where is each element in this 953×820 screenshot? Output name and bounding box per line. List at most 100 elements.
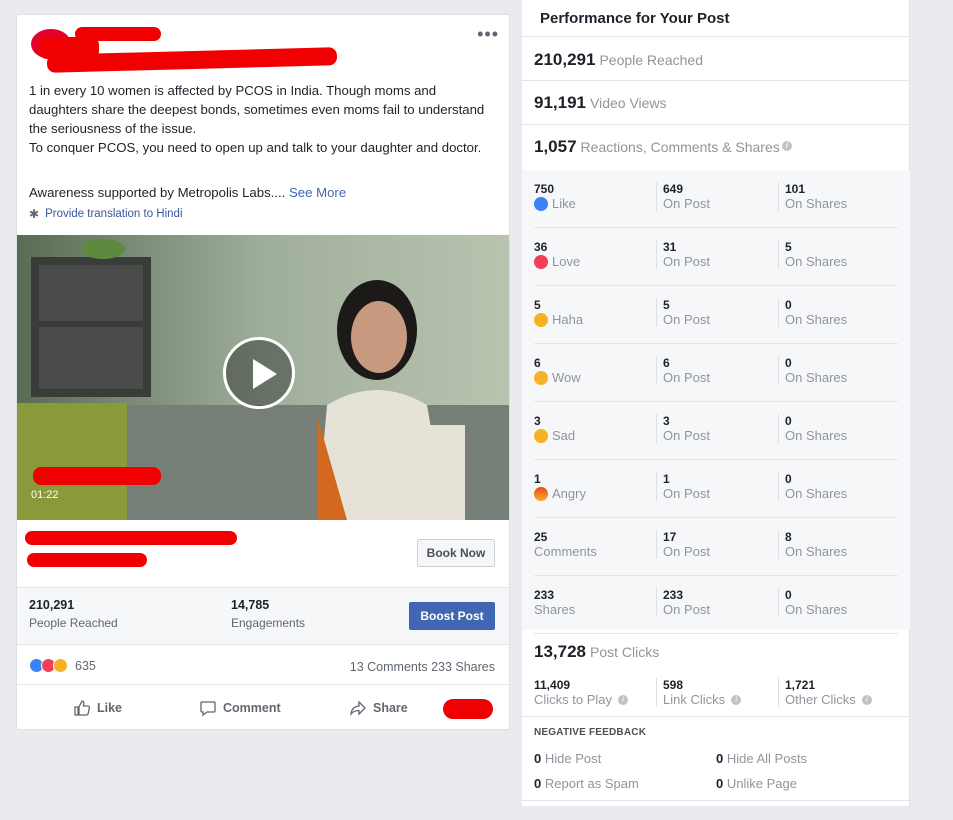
on-post-cell: 31 On Post	[656, 240, 710, 269]
report-spam-stat: 0 Report as Spam	[534, 776, 639, 791]
on-shares-cell: 101 On Shares	[778, 182, 847, 211]
reaction-row: 25 Comments 17 On Post 8 On Shares	[522, 518, 910, 576]
row-label: Angry	[552, 486, 586, 501]
info-icon[interactable]: i	[781, 141, 792, 151]
reaction-row: 233 Shares 233 On Post 0 On Shares	[522, 576, 910, 634]
on-shares-value: 0	[785, 298, 792, 312]
on-shares-cell: 0 On Shares	[778, 472, 847, 501]
comments-count-link[interactable]: 13 Comments	[350, 660, 428, 674]
like-icon	[534, 196, 548, 211]
like-action-button[interactable]: Like	[73, 699, 122, 717]
on-post-label: On Post	[663, 254, 710, 269]
on-shares-value: 0	[785, 472, 792, 486]
row-total-cell: 36 Love	[534, 240, 580, 269]
spam-label: Report as Spam	[544, 776, 639, 791]
hide-all-value: 0	[716, 751, 724, 766]
reactions-summary: 635 13 Comments 233 Shares	[17, 651, 509, 685]
row-total-cell: 5 Haha	[534, 298, 583, 327]
on-shares-cell: 0 On Shares	[778, 356, 847, 385]
reaction-row: 6 Wow 6 On Post 0 On Shares	[522, 344, 910, 402]
more-options-icon[interactable]: •••	[477, 25, 499, 43]
video-duration: 01:22	[31, 489, 59, 501]
wow-reaction-icon	[53, 658, 68, 673]
on-post-cell: 5 On Post	[656, 298, 710, 327]
views-value: 91,191	[534, 93, 586, 112]
hide-post-label: Hide Post	[544, 751, 602, 766]
sad-icon	[534, 428, 548, 443]
on-shares-value: 5	[785, 240, 792, 254]
on-post-cell: 233 On Post	[656, 588, 710, 617]
hide-all-posts-stat: 0 Hide All Posts	[716, 751, 807, 766]
info-icon[interactable]: i	[618, 694, 629, 705]
row-label: Love	[552, 254, 581, 269]
post-header: •••	[17, 15, 509, 73]
unlike-page-stat: 0 Unlike Page	[716, 776, 797, 791]
on-shares-label: On Shares	[785, 196, 848, 211]
row-total-value: 3	[534, 414, 541, 428]
boost-post-button[interactable]: Boost Post	[409, 602, 495, 630]
row-total-cell: 6 Wow	[534, 356, 581, 385]
shares-count-link[interactable]: 233 Shares	[431, 660, 495, 674]
divider	[522, 716, 910, 717]
on-shares-label: On Shares	[785, 428, 848, 443]
on-shares-label: On Shares	[785, 602, 848, 617]
reached-label: People Reached	[599, 52, 703, 68]
comment-action-label: Comment	[223, 701, 281, 715]
sponsor-line: Awareness supported by Metropolis Labs..…	[29, 185, 346, 200]
divider	[522, 36, 910, 37]
comment-action-button[interactable]: Comment	[199, 699, 281, 717]
people-reached-label: People Reached	[29, 616, 118, 630]
see-more-link[interactable]: See More	[289, 185, 346, 200]
on-shares-value: 101	[785, 182, 806, 196]
reaction-row: 3 Sad 3 On Post 0 On Shares	[522, 402, 910, 460]
on-shares-value: 0	[785, 356, 792, 370]
reaction-row: 1 Angry 1 On Post 0 On Shares	[522, 460, 910, 518]
row-total-cell: 3 Sad	[534, 414, 575, 443]
row-total-value: 233	[534, 588, 555, 602]
row-total-value: 750	[534, 182, 555, 196]
video-views-metric: 91,191 Video Views	[534, 93, 667, 113]
on-post-value: 5	[663, 298, 670, 312]
translate-link[interactable]: ✱ Provide translation to Hindi	[29, 207, 183, 221]
reaction-row: 5 Haha 5 On Post 0 On Shares	[522, 286, 910, 344]
row-total-cell: 1 Angry	[534, 472, 586, 501]
on-post-value: 6	[663, 356, 670, 370]
info-icon[interactable]: i	[861, 694, 872, 705]
video-player[interactable]: 01:22	[17, 235, 509, 520]
post-insights-bar: 210,291 People Reached 14,785 Engagement…	[17, 587, 509, 645]
love-icon	[534, 254, 548, 269]
rcs-label: Reactions, Comments & Shares	[580, 139, 780, 155]
play-button[interactable]	[223, 337, 295, 409]
on-post-cell: 1 On Post	[656, 472, 710, 501]
on-post-value: 1	[663, 472, 670, 486]
reached-value: 210,291	[534, 50, 596, 69]
on-post-value: 233	[663, 588, 684, 602]
row-total-value: 36	[534, 240, 548, 254]
on-shares-label: On Shares	[785, 312, 848, 327]
post-clicks-metric: 13,728 Post Clicks	[534, 642, 659, 662]
on-shares-cell: 8 On Shares	[778, 530, 847, 559]
divider	[522, 80, 910, 81]
other-clicks-cell: 1,721 Other Clicks i	[778, 678, 872, 707]
post-message: 1 in every 10 women is affected by PCOS …	[29, 83, 485, 155]
thumbs-up-icon	[74, 700, 91, 716]
haha-icon	[534, 312, 548, 327]
reaction-breakdown: 750 Like 649 On Post 101 On Shares 36 Love 31 On …	[522, 170, 910, 634]
row-total-cell: 750 Like	[534, 182, 576, 211]
sponsor-text: Awareness supported by Metropolis Labs..…	[29, 185, 289, 200]
clicks-value: 13,728	[534, 642, 586, 661]
reaction-row: 750 Like 649 On Post 101 On Shares	[522, 170, 910, 228]
on-post-label: On Post	[663, 486, 710, 501]
row-total-value: 25	[534, 530, 548, 544]
translate-label: Provide translation to Hindi	[45, 208, 183, 220]
reaction-icons[interactable]: 635	[29, 658, 96, 673]
divider	[522, 124, 910, 125]
redaction-mark	[33, 467, 161, 485]
other-clicks-value: 1,721	[785, 678, 816, 692]
comment-bubble-icon	[200, 701, 216, 717]
share-action-button[interactable]: Share	[349, 699, 408, 717]
hide-all-label: Hide All Posts	[726, 751, 808, 766]
book-now-button[interactable]: Book Now	[417, 539, 495, 567]
on-shares-label: On Shares	[785, 544, 848, 559]
info-icon[interactable]: i	[731, 694, 742, 705]
